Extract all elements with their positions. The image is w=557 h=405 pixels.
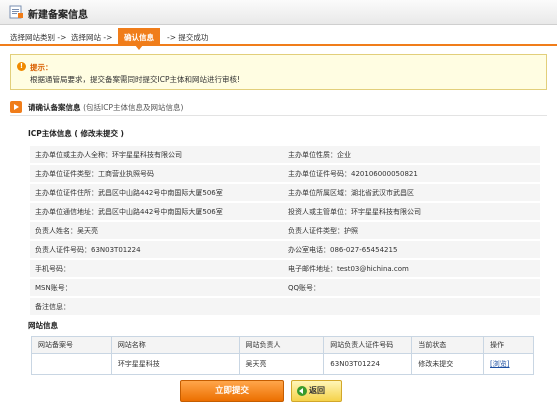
back-button-label: 返回 [309, 386, 325, 395]
site-owner-id: 63N03T01224 [323, 353, 413, 375]
msn-account: MSN账号： [35, 284, 72, 292]
icp-info-row: 主办单位或主办人全称：环宇星星科技有限公司 主办单位性质：企业 [30, 146, 540, 163]
column-header: 网站名称 [110, 336, 240, 354]
icp-info-row: 负责人姓名：吴天亮 负责人证件类型：护照 [30, 222, 540, 239]
owner-id-number: 负责人证件号码：63N03T01224 [35, 246, 141, 254]
website-info-title: 网站信息 [28, 321, 58, 330]
step-indicator: 选择网站类别 -> 选择网站 -> 确认信息 -> 提交成功 [0, 28, 557, 50]
arrow-right-icon [10, 101, 22, 113]
column-header: 当前状态 [411, 336, 485, 354]
org-id-type: 主办单位证件类型：工商营业执照号码 [35, 170, 154, 178]
org-mail-address: 主办单位通信地址：武昌区中山路442号中南国际大厦506室 [35, 208, 223, 216]
org-region: 主办单位所属区域：湖北省武汉市武昌区 [288, 189, 414, 197]
website-table: 网站备案号 网站名称 网站负责人 网站负责人证件号码 当前状态 操作 环宇星星科… [31, 336, 534, 375]
submit-now-button[interactable]: 立即提交 [180, 380, 284, 402]
back-arrow-icon [297, 386, 307, 396]
info-icon: ! [17, 62, 26, 71]
owner-id-type: 负责人证件类型：护照 [288, 227, 358, 235]
email-address: 电子邮件地址：test03@hichina.com [288, 265, 409, 273]
site-name: 环宇星星科技 [110, 353, 240, 375]
table-row: 环宇星星科技 吴天亮 63N03T01224 修改未提交 [浏览] [31, 353, 534, 375]
investor: 投资人或主管单位：环宇星星科技有限公司 [288, 208, 421, 216]
owner-name: 负责人姓名：吴天亮 [35, 227, 98, 235]
step-select-site: 选择网站 -> [71, 33, 113, 42]
page-title: 新建备案信息 [28, 10, 88, 21]
action-cell: [浏览] [483, 353, 534, 375]
tip-title: 提示： [30, 63, 53, 72]
mobile-number: 手机号码： [35, 265, 70, 273]
column-header: 网站负责人证件号码 [323, 336, 413, 354]
column-header: 操作 [483, 336, 534, 354]
icp-info-row: 负责人证件号码：63N03T01224 办公室电话：086-027-654542… [30, 241, 540, 258]
step-submit-success: -> 提交成功 [167, 33, 209, 42]
icp-info-row: 主办单位证件类型：工商营业执照号码 主办单位证件号码：4201060000508… [30, 165, 540, 182]
column-header: 网站备案号 [31, 336, 112, 354]
icp-info-row: 备注信息： [30, 298, 540, 315]
org-nature: 主办单位性质：企业 [288, 151, 351, 159]
icp-info-row: 主办单位证件住所：武昌区中山路442号中南国际大厦506室 主办单位所属区域：湖… [30, 184, 540, 201]
site-owner: 吴天亮 [238, 353, 325, 375]
section-subtitle: (包括ICP主体信息及网站信息) [83, 103, 184, 112]
tip-box: ! 提示： 根据通管局要求，提交备案需同时提交ICP主体和网站进行审核! [10, 54, 547, 90]
tip-text: 根据通管局要求，提交备案需同时提交ICP主体和网站进行审核! [30, 75, 240, 84]
office-phone: 办公室电话：086-027-65454215 [288, 246, 398, 254]
icp-info-row: MSN账号： QQ账号： [30, 279, 540, 296]
table-header-row: 网站备案号 网站名称 网站负责人 网站负责人证件号码 当前状态 操作 [31, 336, 534, 354]
icp-info-row: 主办单位通信地址：武昌区中山路442号中南国际大厦506室 投资人或主管单位：环… [30, 203, 540, 220]
section-title: 请确认备案信息 (包括ICP主体信息及网站信息) [28, 103, 184, 112]
title-bar: 新建备案信息 [0, 0, 557, 25]
column-header: 网站负责人 [238, 336, 325, 354]
site-status: 修改未提交 [411, 353, 485, 375]
back-button[interactable]: 返回 [291, 380, 342, 402]
org-id-number: 主办单位证件号码：420106000050821 [288, 170, 418, 178]
site-record-no [31, 353, 112, 375]
remarks: 备注信息： [35, 303, 70, 311]
section-header: 请确认备案信息 (包括ICP主体信息及网站信息) [10, 100, 547, 116]
step-confirm-info: 确认信息 [118, 28, 160, 50]
qq-account: QQ账号： [288, 284, 321, 292]
org-id-address: 主办单位证件住所：武昌区中山路442号中南国际大厦506室 [35, 189, 223, 197]
icp-info-row: 手机号码： 电子邮件地址：test03@hichina.com [30, 260, 540, 277]
document-icon [9, 5, 23, 19]
icp-info-title: ICP主体信息 ( 修改未提交 ) [28, 129, 124, 138]
org-name: 主办单位或主办人全称：环宇星星科技有限公司 [35, 151, 182, 159]
step-select-category: 选择网站类别 -> [10, 33, 67, 42]
browse-link[interactable]: [浏览] [490, 360, 509, 368]
